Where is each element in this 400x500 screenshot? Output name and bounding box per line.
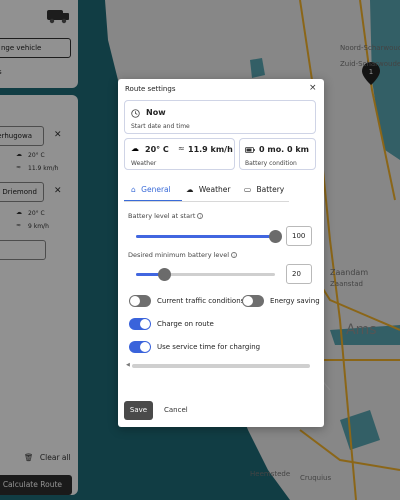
energy-saving-toggle[interactable] <box>242 295 264 307</box>
battery-start-slider-handle[interactable] <box>269 230 282 243</box>
map-label: Ams <box>346 322 377 338</box>
cloud-icon: ☁ <box>131 144 139 153</box>
scrollbar-thumb[interactable] <box>132 364 310 368</box>
traffic-toggle[interactable] <box>129 295 151 307</box>
battery-condition-label: Battery condition <box>245 160 297 167</box>
weather-temp: 20° C <box>145 145 169 154</box>
traffic-toggle-label: Current traffic conditions <box>157 297 245 305</box>
weather-wind: 11.9 km/h <box>188 145 233 154</box>
battery-min-input[interactable]: 20 <box>286 264 312 284</box>
tab-battery-label: Battery <box>256 185 285 194</box>
energy-saving-label: Energy saving <box>270 297 320 305</box>
weather-card[interactable]: ☁ 20° C ≈ 11.9 km/h Weather <box>124 138 235 170</box>
map-label: Zaanstad <box>330 280 363 288</box>
scroll-left-icon[interactable]: ◀ <box>126 362 130 368</box>
route-settings-dialog: Route settings × Now Start date and time… <box>118 79 324 427</box>
clock-icon <box>131 109 140 118</box>
start-date-value: Now <box>146 108 166 117</box>
service-time-toggle[interactable] <box>129 341 151 353</box>
cancel-button[interactable]: Cancel <box>164 401 188 420</box>
battery-icon <box>245 147 255 153</box>
battery-min-label: Desired minimum battery level i <box>128 251 238 259</box>
battery-condition-card[interactable]: 0 mo. 0 km Battery condition <box>239 138 316 170</box>
tab-weather[interactable]: ☁ Weather <box>186 180 230 202</box>
close-icon[interactable]: × <box>309 83 317 93</box>
dialog-title: Route settings <box>125 85 176 93</box>
home-icon: ⌂ <box>131 185 136 194</box>
horizontal-scrollbar[interactable]: ◀ <box>126 362 316 368</box>
battery-start-label-text: Battery level at start <box>128 212 196 220</box>
save-button[interactable]: Save <box>124 401 153 420</box>
start-date-label: Start date and time <box>131 123 190 130</box>
info-icon[interactable]: i <box>231 252 238 258</box>
battery-condition-value: 0 mo. 0 km <box>259 145 310 154</box>
wind-icon: ≈ <box>178 144 185 153</box>
map-label: Zaandam <box>330 268 369 277</box>
battery-start-input[interactable]: 100 <box>286 226 312 246</box>
service-time-label: Use service time for charging <box>157 343 261 351</box>
toggle-knob <box>140 342 150 352</box>
toggle-knob <box>130 296 140 306</box>
battery-min-label-text: Desired minimum battery level <box>128 251 230 259</box>
battery-tab-icon: ▭ <box>244 185 252 194</box>
start-date-card[interactable]: Now Start date and time <box>124 100 316 134</box>
map-label: Zuid-Scharwoude <box>340 60 400 68</box>
toggle-knob <box>243 296 253 306</box>
tab-general[interactable]: ⌂ General <box>131 180 171 202</box>
battery-min-slider[interactable] <box>136 268 275 281</box>
weather-tab-icon: ☁ <box>186 185 194 194</box>
battery-start-slider[interactable] <box>136 230 282 243</box>
charge-on-route-label: Charge on route <box>157 320 214 328</box>
toggle-knob <box>140 319 150 329</box>
battery-min-slider-handle[interactable] <box>158 268 171 281</box>
weather-label: Weather <box>131 160 157 167</box>
map-label: Cruquius <box>300 474 332 482</box>
info-icon[interactable]: i <box>197 213 204 219</box>
battery-start-slider-fill <box>136 235 275 238</box>
map-label: Noord-Scharwoude <box>340 44 400 52</box>
tab-general-label: General <box>141 185 171 194</box>
tab-weather-label: Weather <box>198 185 231 194</box>
map-label: Heemstede <box>250 470 291 478</box>
tab-battery[interactable]: ▭ Battery <box>244 180 284 202</box>
settings-tabs: ⌂ General ☁ Weather ▭ Battery <box>124 180 289 202</box>
battery-start-label: Battery level at start i <box>128 212 204 220</box>
charge-on-route-toggle[interactable] <box>129 318 151 330</box>
tabs-divider <box>124 201 289 202</box>
